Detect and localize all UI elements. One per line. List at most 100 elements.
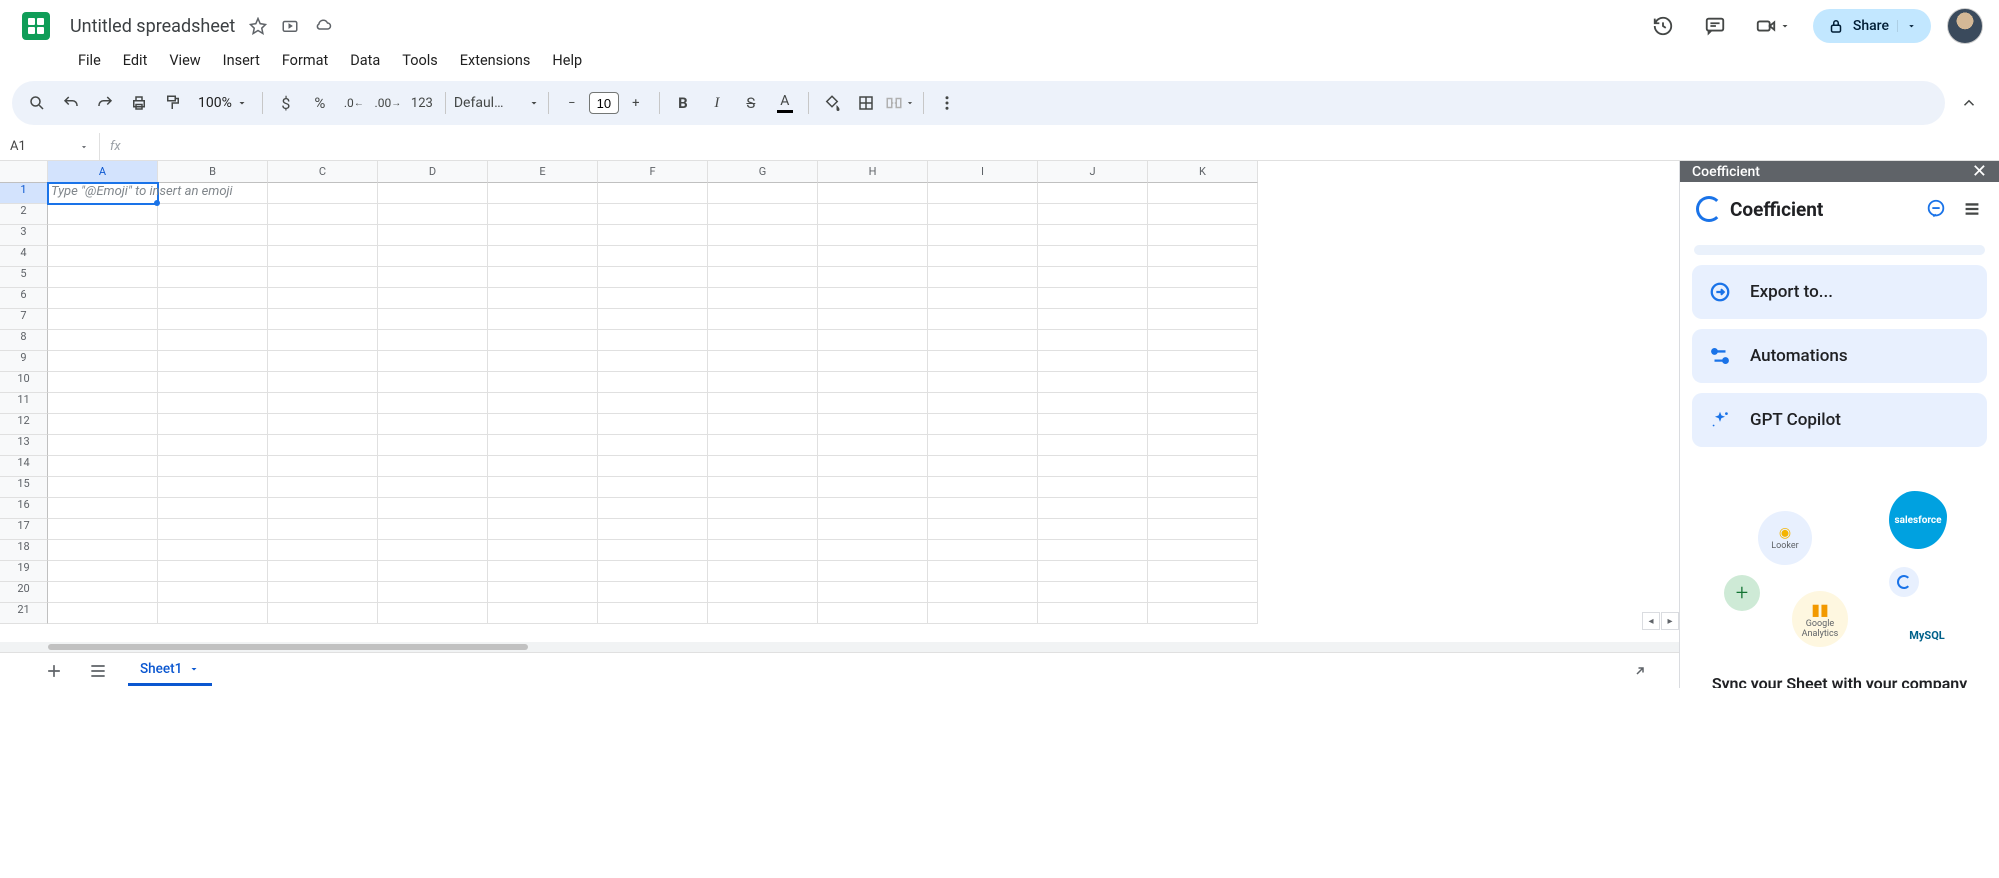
cell[interactable]: [378, 246, 488, 267]
cell[interactable]: [48, 477, 158, 498]
meet-button[interactable]: [1749, 11, 1797, 41]
cell[interactable]: [708, 456, 818, 477]
horizontal-scrollbar[interactable]: [0, 642, 1679, 652]
decrease-fontsize-icon[interactable]: −: [557, 88, 587, 118]
cell[interactable]: [48, 603, 158, 624]
menu-format[interactable]: Format: [272, 48, 338, 73]
cell[interactable]: [488, 519, 598, 540]
cell[interactable]: [1148, 393, 1258, 414]
cell[interactable]: [598, 435, 708, 456]
cell[interactable]: [48, 540, 158, 561]
cell[interactable]: [268, 498, 378, 519]
cell[interactable]: [1038, 330, 1148, 351]
cell[interactable]: [378, 414, 488, 435]
cell[interactable]: [598, 456, 708, 477]
cell[interactable]: [598, 582, 708, 603]
sidepanel-item-export[interactable]: Export to...: [1692, 265, 1987, 319]
cell[interactable]: [818, 183, 928, 204]
row-header[interactable]: 16: [0, 498, 48, 519]
cell[interactable]: [158, 582, 268, 603]
cell[interactable]: [598, 561, 708, 582]
cell[interactable]: [378, 372, 488, 393]
scroll-left-icon[interactable]: ◂: [1642, 612, 1660, 630]
cell[interactable]: [378, 183, 488, 204]
row-header[interactable]: 7: [0, 309, 48, 330]
explore-icon[interactable]: [1631, 662, 1649, 680]
cell[interactable]: [928, 246, 1038, 267]
cell[interactable]: [268, 351, 378, 372]
cell[interactable]: [708, 435, 818, 456]
cell[interactable]: [1038, 582, 1148, 603]
undo-icon[interactable]: [56, 88, 86, 118]
cell[interactable]: [268, 519, 378, 540]
cell[interactable]: [158, 435, 268, 456]
cell[interactable]: [268, 288, 378, 309]
cell[interactable]: [1148, 372, 1258, 393]
select-all-corner[interactable]: [0, 161, 48, 183]
cell[interactable]: [708, 267, 818, 288]
cell[interactable]: [158, 309, 268, 330]
cell[interactable]: [48, 288, 158, 309]
cell[interactable]: [818, 456, 928, 477]
percent-icon[interactable]: %: [305, 88, 335, 118]
share-dropdown-icon[interactable]: [1897, 20, 1917, 32]
cell[interactable]: [378, 393, 488, 414]
row-header[interactable]: 20: [0, 582, 48, 603]
menu-tools[interactable]: Tools: [392, 48, 448, 73]
cell[interactable]: [928, 225, 1038, 246]
cell[interactable]: [1038, 498, 1148, 519]
menu-icon[interactable]: [1961, 198, 1983, 220]
cell[interactable]: [598, 393, 708, 414]
cell[interactable]: [378, 519, 488, 540]
menu-extensions[interactable]: Extensions: [450, 48, 541, 73]
cell[interactable]: [708, 603, 818, 624]
cell[interactable]: [708, 477, 818, 498]
cell[interactable]: [48, 204, 158, 225]
cell[interactable]: [928, 498, 1038, 519]
cell[interactable]: [48, 351, 158, 372]
cell[interactable]: [158, 414, 268, 435]
cell[interactable]: [268, 414, 378, 435]
cell[interactable]: [818, 225, 928, 246]
cell[interactable]: [1038, 309, 1148, 330]
decrease-decimal-icon[interactable]: .0←: [339, 88, 369, 118]
cell[interactable]: [928, 561, 1038, 582]
cell[interactable]: [1148, 330, 1258, 351]
cell[interactable]: [488, 225, 598, 246]
cell[interactable]: [1148, 456, 1258, 477]
cell[interactable]: [1038, 561, 1148, 582]
cell[interactable]: [598, 288, 708, 309]
cell[interactable]: [1038, 204, 1148, 225]
row-header[interactable]: 4: [0, 246, 48, 267]
cell[interactable]: [378, 477, 488, 498]
cell[interactable]: [48, 582, 158, 603]
move-icon[interactable]: [281, 17, 299, 35]
cell[interactable]: [158, 519, 268, 540]
fill-color-icon[interactable]: [817, 88, 847, 118]
cell[interactable]: [488, 498, 598, 519]
cell[interactable]: [708, 330, 818, 351]
cell[interactable]: [158, 561, 268, 582]
cell[interactable]: [158, 288, 268, 309]
cell[interactable]: [158, 372, 268, 393]
cell[interactable]: [378, 603, 488, 624]
cell[interactable]: [158, 456, 268, 477]
print-icon[interactable]: [124, 88, 154, 118]
bold-icon[interactable]: B: [668, 88, 698, 118]
menu-edit[interactable]: Edit: [113, 48, 158, 73]
cell[interactable]: [158, 225, 268, 246]
row-header[interactable]: 21: [0, 603, 48, 624]
cell[interactable]: [1148, 204, 1258, 225]
cell[interactable]: [1038, 414, 1148, 435]
cell[interactable]: [1148, 498, 1258, 519]
row-header[interactable]: 2: [0, 204, 48, 225]
cell[interactable]: [378, 435, 488, 456]
cell[interactable]: [158, 246, 268, 267]
cell[interactable]: [598, 477, 708, 498]
cell[interactable]: [928, 540, 1038, 561]
cell[interactable]: [48, 561, 158, 582]
cell[interactable]: [1038, 435, 1148, 456]
cell[interactable]: [1038, 456, 1148, 477]
cell[interactable]: [1148, 519, 1258, 540]
cell[interactable]: [818, 246, 928, 267]
